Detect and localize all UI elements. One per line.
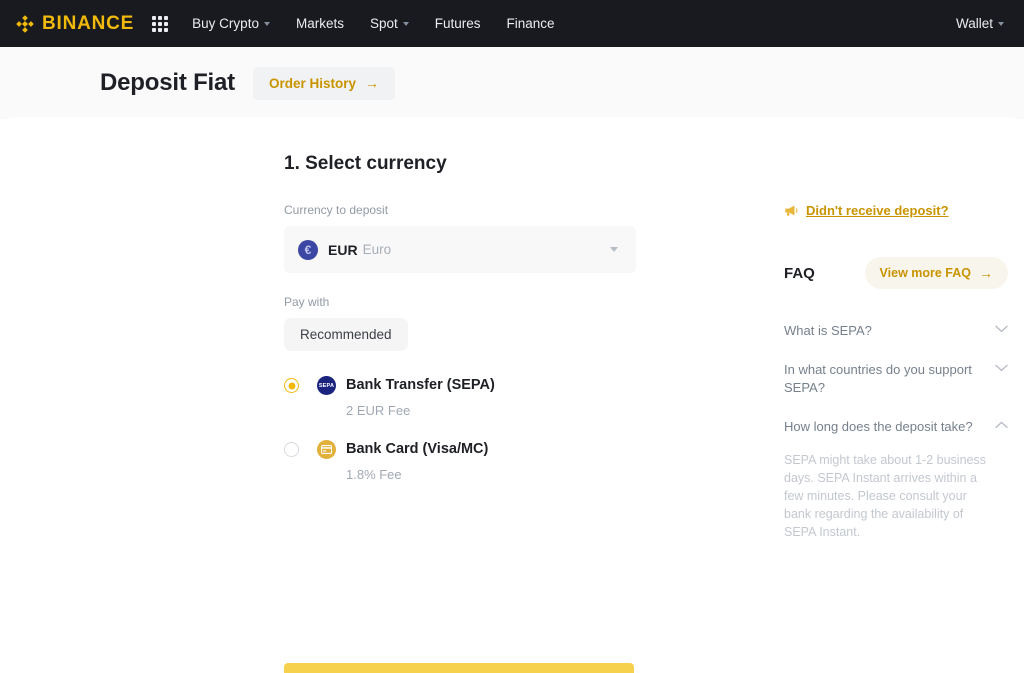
grid-cell — [164, 16, 168, 20]
payment-method-texts: Bank Card (Visa/MC) 1.8% Fee — [346, 439, 488, 482]
payment-method-name: Bank Card (Visa/MC) — [346, 439, 488, 459]
euro-currency-icon: € — [298, 240, 318, 260]
payment-method-list: SEPA Bank Transfer (SEPA) 2 EUR Fee Bank — [284, 375, 636, 482]
grid-cell — [158, 16, 162, 20]
payment-method-bank-card[interactable]: Bank Card (Visa/MC) 1.8% Fee — [284, 439, 636, 482]
nav-item-futures[interactable]: Futures — [435, 16, 481, 31]
deposit-form: 1. Select currency Currency to deposit €… — [284, 153, 636, 503]
continue-button[interactable]: Continue — [284, 663, 634, 673]
nav-item-label: Buy Crypto — [192, 16, 259, 31]
faq-item-supported-countries[interactable]: In what countries do you support SEPA? — [784, 361, 1008, 397]
nav-item-label: Spot — [370, 16, 398, 31]
faq-sidebar: Didn't receive deposit? FAQ View more FA… — [784, 203, 1008, 541]
binance-wordmark: BINANCE — [42, 13, 134, 35]
tab-recommended[interactable]: Recommended — [284, 318, 408, 351]
didnt-receive-deposit-label: Didn't receive deposit? — [806, 203, 949, 218]
binance-logo[interactable]: BINANCE — [14, 13, 134, 35]
nav-item-label: Finance — [507, 16, 555, 31]
radio-bank-transfer[interactable] — [284, 378, 299, 393]
payment-method-fee: 2 EUR Fee — [346, 403, 495, 418]
payment-method-bank-transfer[interactable]: SEPA Bank Transfer (SEPA) 2 EUR Fee — [284, 375, 636, 418]
grid-cell — [152, 28, 156, 32]
view-more-faq-label: View more FAQ — [880, 266, 971, 280]
faq-question: How long does the deposit take? — [784, 418, 973, 436]
nav-right-group: Wallet — [956, 16, 1004, 31]
nav-item-finance[interactable]: Finance — [507, 16, 555, 31]
chevron-down-icon — [403, 22, 409, 26]
payment-method-fee: 1.8% Fee — [346, 467, 488, 482]
faq-answer-deposit-duration: SEPA might take about 1-2 business days.… — [784, 451, 996, 541]
radio-bank-card[interactable] — [284, 442, 299, 457]
currency-field-label: Currency to deposit — [284, 203, 636, 217]
chevron-down-icon — [995, 325, 1008, 333]
order-history-button[interactable]: Order History → — [253, 67, 395, 100]
arrow-right-icon: → — [365, 76, 379, 90]
nav-item-buy-crypto[interactable]: Buy Crypto — [192, 16, 270, 31]
grid-cell — [158, 22, 162, 26]
faq-question: In what countries do you support SEPA? — [784, 361, 974, 397]
grid-cell — [158, 28, 162, 32]
payment-method-name: Bank Transfer (SEPA) — [346, 375, 495, 395]
chevron-up-icon — [995, 421, 1008, 429]
arrow-right-icon: → — [979, 266, 993, 280]
order-history-label: Order History — [269, 76, 356, 91]
grid-cell — [164, 22, 168, 26]
step-title: 1. Select currency — [284, 153, 636, 175]
binance-diamond-icon — [14, 13, 36, 35]
payment-method-texts: Bank Transfer (SEPA) 2 EUR Fee — [346, 375, 495, 418]
didnt-receive-deposit-link[interactable]: Didn't receive deposit? — [784, 203, 1008, 218]
chevron-down-icon — [998, 22, 1004, 26]
faq-header: FAQ View more FAQ → — [784, 257, 1008, 289]
chevron-down-icon — [264, 22, 270, 26]
page-content: 1. Select currency Currency to deposit €… — [0, 117, 1024, 671]
nav-menu: Buy Crypto Markets Spot Futures Finance — [192, 16, 554, 31]
megaphone-icon — [784, 204, 799, 217]
nav-item-label: Markets — [296, 16, 344, 31]
nav-item-label: Futures — [435, 16, 481, 31]
page-header-band: Deposit Fiat Order History → — [0, 47, 1024, 119]
grid-apps-icon[interactable] — [152, 16, 168, 32]
currency-name: Euro — [363, 242, 392, 257]
faq-question: What is SEPA? — [784, 322, 872, 340]
nav-item-wallet[interactable]: Wallet — [956, 16, 1004, 31]
faq-item-deposit-duration[interactable]: How long does the deposit take? — [784, 418, 1008, 436]
sepa-icon: SEPA — [317, 376, 336, 395]
currency-select[interactable]: € EUR Euro — [284, 226, 636, 273]
top-navigation-bar: BINANCE Buy Crypto Markets Spot Futures … — [0, 0, 1024, 47]
grid-cell — [152, 16, 156, 20]
credit-card-icon — [317, 440, 336, 459]
chevron-down-icon — [995, 364, 1008, 372]
page-title: Deposit Fiat — [100, 69, 235, 97]
wallet-label: Wallet — [956, 16, 993, 31]
view-more-faq-button[interactable]: View more FAQ → — [865, 257, 1008, 289]
grid-cell — [164, 28, 168, 32]
pay-with-label: Pay with — [284, 295, 636, 309]
card-glyph — [321, 445, 332, 454]
nav-item-spot[interactable]: Spot — [370, 16, 409, 31]
currency-code: EUR — [328, 242, 358, 258]
faq-title: FAQ — [784, 265, 815, 282]
faq-item-what-is-sepa[interactable]: What is SEPA? — [784, 322, 1008, 340]
chevron-down-icon — [610, 247, 618, 252]
nav-item-markets[interactable]: Markets — [296, 16, 344, 31]
grid-cell — [152, 22, 156, 26]
